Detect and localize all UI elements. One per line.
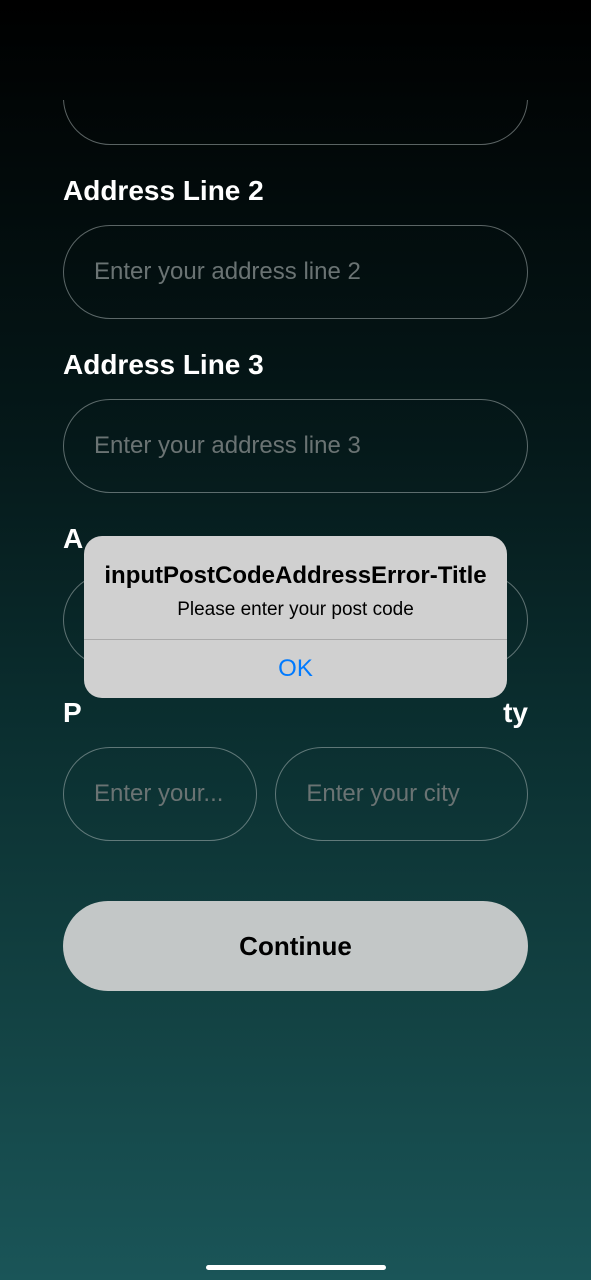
address-line-2-label: Address Line 2 [63,175,528,207]
city-input[interactable] [275,747,528,841]
address-line-2-input[interactable] [63,225,528,319]
modal-message: Please enter your post code [102,599,489,621]
post-label-partial: P [63,697,82,729]
continue-button[interactable]: Continue [63,901,528,991]
address-form: Address Line 2 Address Line 3 A P ty Con… [0,0,591,991]
address-line-2-group: Address Line 2 [63,175,528,319]
modal-title: inputPostCodeAddressError-Title [102,560,489,591]
city-label-partial: ty [503,697,528,729]
error-modal: inputPostCodeAddressError-Title Please e… [84,536,507,698]
post-city-group: P ty [63,697,528,841]
modal-ok-button[interactable]: OK [84,639,507,698]
modal-content: inputPostCodeAddressError-Title Please e… [84,536,507,639]
address-line-3-input[interactable] [63,399,528,493]
home-indicator[interactable] [206,1265,386,1270]
address-line-3-group: Address Line 3 [63,349,528,493]
post-code-input[interactable] [63,747,257,841]
address-line-1-input-partial[interactable] [63,100,528,145]
address-line-1-partial [63,100,528,145]
address-line-3-label: Address Line 3 [63,349,528,381]
modal-ok-label: OK [278,655,313,682]
